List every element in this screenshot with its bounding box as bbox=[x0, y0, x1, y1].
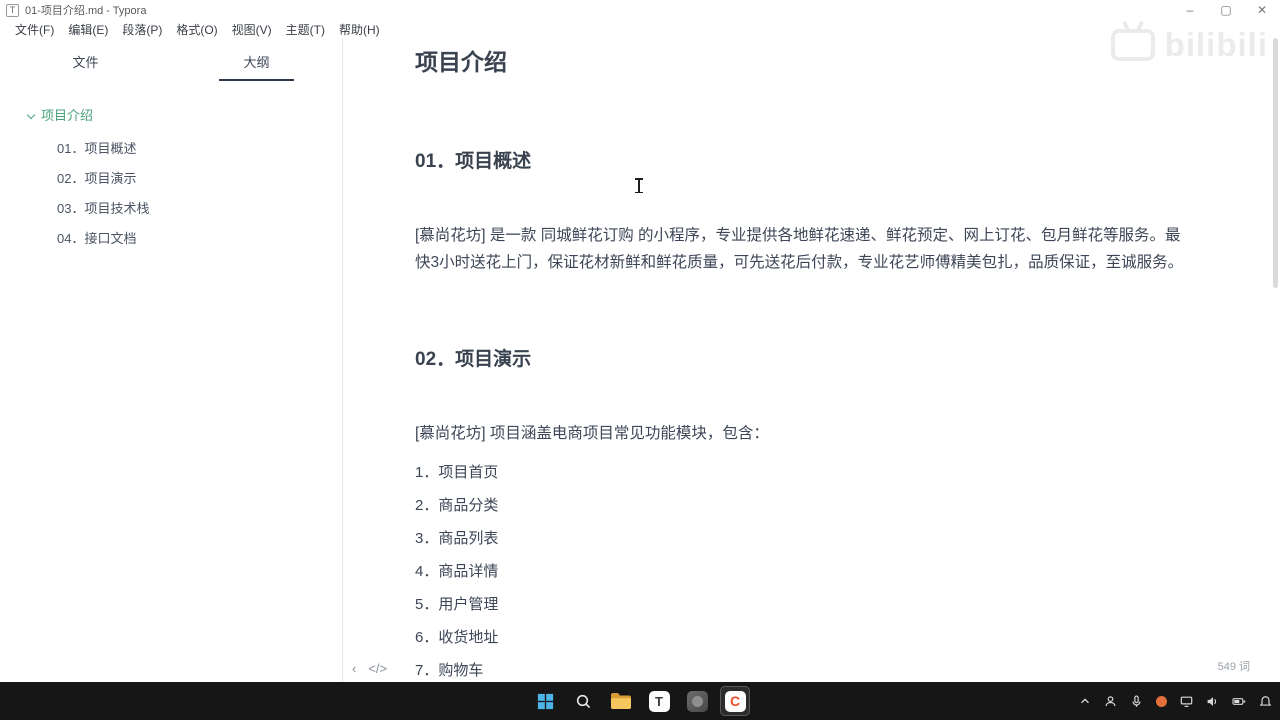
window-title: 01-项目介绍.md - Typora bbox=[25, 5, 147, 17]
outline-item-api[interactable]: 04．接口文档 bbox=[0, 224, 342, 254]
outline-root-item[interactable]: 项目介绍 bbox=[0, 102, 342, 130]
list-item[interactable]: 3．商品列表 bbox=[415, 529, 1220, 549]
menu-paragraph[interactable]: 段落(P) bbox=[115, 21, 169, 38]
sidebar: 文件 大纲 项目介绍 01．项目概述 02．项目演示 03．项目技术栈 04．接… bbox=[0, 38, 343, 682]
menu-format[interactable]: 格式(O) bbox=[169, 21, 224, 38]
typora-icon: T bbox=[648, 690, 670, 712]
menubar: 文件(F) 编辑(E) 段落(P) 格式(O) 视图(V) 主题(T) 帮助(H… bbox=[0, 20, 1280, 38]
list-item[interactable]: 2．商品分类 bbox=[415, 496, 1220, 516]
list-item[interactable]: 5．用户管理 bbox=[415, 595, 1220, 615]
source-code-mode-icon[interactable]: </> bbox=[368, 661, 387, 676]
recorder-app-icon: C bbox=[724, 690, 746, 712]
tab-outline[interactable]: 大纲 bbox=[171, 52, 342, 81]
outline-panel: 项目介绍 01．项目概述 02．项目演示 03．项目技术栈 04．接口文档 bbox=[0, 84, 342, 254]
menu-edit[interactable]: 编辑(E) bbox=[61, 21, 115, 38]
editor-content[interactable]: 项目介绍 01．项目概述 [慕尚花坊] 是一款 同城鲜花订购 的小程序，专业提供… bbox=[343, 38, 1280, 682]
hidden-icons-chevron-icon[interactable] bbox=[1079, 695, 1091, 707]
search-icon bbox=[576, 694, 590, 708]
recorder-app-button[interactable]: C bbox=[720, 686, 750, 716]
system-tray bbox=[1079, 682, 1272, 720]
doc-heading-overview[interactable]: 01．项目概述 bbox=[415, 148, 1220, 176]
menu-file[interactable]: 文件(F) bbox=[8, 21, 61, 38]
menu-help[interactable]: 帮助(H) bbox=[332, 21, 387, 38]
taskbar-center: T C bbox=[530, 682, 750, 720]
word-count: 549 词 bbox=[1217, 661, 1250, 673]
doc-heading-demo[interactable]: 02．项目演示 bbox=[415, 346, 1220, 374]
minimize-button[interactable]: – bbox=[1172, 0, 1208, 20]
start-button[interactable] bbox=[530, 686, 560, 716]
scrollbar-thumb[interactable] bbox=[1273, 38, 1278, 288]
list-item[interactable]: 4．商品详情 bbox=[415, 562, 1220, 582]
maximize-button[interactable]: ▢ bbox=[1208, 0, 1244, 20]
windows-logo-icon bbox=[537, 693, 553, 709]
list-item[interactable]: 6．收货地址 bbox=[415, 628, 1220, 648]
doc-feature-list: 1．项目首页 2．商品分类 3．商品列表 4．商品详情 5．用户管理 6．收货地… bbox=[415, 463, 1220, 681]
people-icon[interactable] bbox=[1104, 695, 1117, 708]
outline-item-stack[interactable]: 03．项目技术栈 bbox=[0, 194, 342, 224]
file-explorer-button[interactable] bbox=[606, 686, 636, 716]
chevron-down-icon bbox=[26, 110, 36, 120]
main-area: 文件 大纲 项目介绍 01．项目概述 02．项目演示 03．项目技术栈 04．接… bbox=[0, 38, 1280, 682]
window-controls: – ▢ ✕ bbox=[1172, 0, 1280, 20]
folder-icon bbox=[611, 693, 631, 709]
doc-paragraph-demo[interactable]: [慕尚花坊] 项目涵盖电商项目常见功能模块，包含： bbox=[415, 420, 1193, 447]
typora-taskbar-button[interactable]: T bbox=[644, 686, 674, 716]
notification-bell-icon[interactable] bbox=[1259, 695, 1272, 708]
outline-item-demo[interactable]: 02．项目演示 bbox=[0, 164, 342, 194]
text-cursor bbox=[635, 178, 643, 193]
outline-root-label: 项目介绍 bbox=[41, 108, 94, 123]
taskbar: T C bbox=[0, 682, 1280, 720]
doc-title[interactable]: 项目介绍 bbox=[415, 46, 1220, 78]
typora-app-icon: T bbox=[6, 3, 19, 17]
list-item[interactable]: 1．项目首页 bbox=[415, 463, 1220, 483]
outline-item-overview[interactable]: 01．项目概述 bbox=[0, 134, 342, 164]
unknown-app-icon bbox=[686, 690, 708, 712]
recording-indicator-icon[interactable] bbox=[1156, 695, 1167, 707]
sidebar-tabs: 文件 大纲 bbox=[0, 38, 342, 84]
battery-icon[interactable] bbox=[1232, 695, 1246, 708]
volume-icon[interactable] bbox=[1206, 695, 1219, 708]
display-icon[interactable] bbox=[1180, 695, 1193, 708]
list-item[interactable]: 7．购物车 bbox=[415, 661, 1220, 681]
microphone-icon[interactable] bbox=[1130, 694, 1143, 708]
editor-footer: ‹ </> bbox=[352, 661, 387, 676]
close-button[interactable]: ✕ bbox=[1244, 0, 1280, 20]
desktop-screen: T 01-项目介绍.md - Typora – ▢ ✕ 文件(F) 编辑(E) … bbox=[0, 0, 1280, 720]
search-button[interactable] bbox=[568, 686, 598, 716]
unknown-app-button[interactable] bbox=[682, 686, 712, 716]
doc-paragraph-overview[interactable]: [慕尚花坊] 是一款 同城鲜花订购 的小程序，专业提供各地鲜花速递、鲜花预定、网… bbox=[415, 222, 1193, 276]
tab-files[interactable]: 文件 bbox=[0, 52, 171, 71]
menu-view[interactable]: 视图(V) bbox=[225, 21, 279, 38]
window-titlebar: T 01-项目介绍.md - Typora – ▢ ✕ bbox=[0, 0, 1280, 20]
sidebar-collapse-icon[interactable]: ‹ bbox=[352, 661, 356, 676]
menu-theme[interactable]: 主题(T) bbox=[279, 21, 332, 38]
